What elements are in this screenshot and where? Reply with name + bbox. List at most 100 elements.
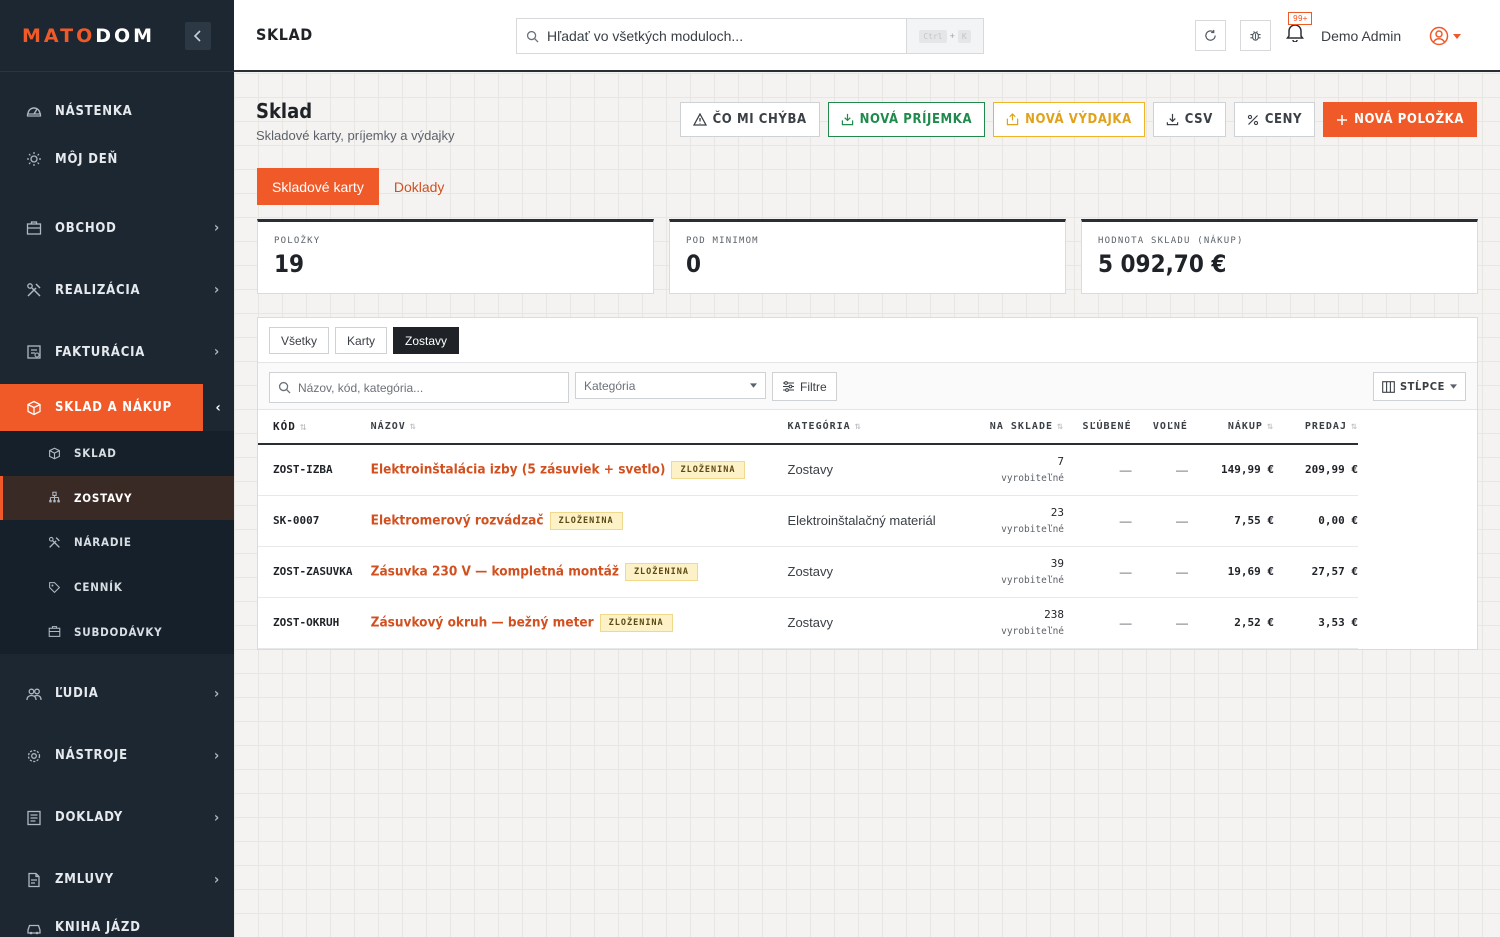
cell-stock: 39 vyrobiteľné (949, 546, 1065, 598)
tools-icon (25, 281, 43, 299)
item-name-link[interactable]: Elektroinštalácia izby (5 zásuviek + sve… (371, 461, 666, 477)
briefcase-icon (25, 219, 43, 237)
sidebar-item-nastroje[interactable]: NÁSTROJE › (0, 725, 234, 787)
nova-polozka-button[interactable]: NOVÁ POLOŽKA (1323, 102, 1477, 137)
page-tabs: Skladové karty Doklady (257, 168, 459, 205)
item-type-filter: Všetky Karty Zostavy (269, 327, 460, 354)
sun-icon (25, 150, 43, 168)
cell-sell-price: 3,53 € (1273, 597, 1358, 649)
refresh-button[interactable] (1195, 20, 1226, 51)
stock-value: 238 (1044, 608, 1065, 621)
sidebar-item-realizacia[interactable]: REALIZÁCIA › (0, 259, 234, 321)
sidebar-item-moj-den[interactable]: MÔJ DEŇ (0, 135, 234, 183)
user-name[interactable]: Demo Admin (1321, 28, 1401, 44)
sidebar-item-doklady[interactable]: DOKLADY › (0, 787, 234, 849)
stock-subtext: vyrobiteľné (1001, 626, 1065, 637)
table-row[interactable]: ZOST-OKRUH Zásuvkový okruh — bežný meter… (258, 597, 1358, 649)
sidebar-subitem-zostavy[interactable]: ZOSTAVY (0, 475, 234, 521)
bug-report-button[interactable] (1240, 20, 1271, 51)
top-bar: SKLAD Ctrl + K 99+ Demo Admin (234, 0, 1500, 72)
table-row[interactable]: ZOST-IZBA Elektroinštalácia izby (5 zásu… (258, 444, 1358, 496)
csv-export-button[interactable]: CSV (1152, 102, 1226, 137)
filter-vsetky[interactable]: Všetky (269, 327, 330, 354)
logo[interactable]: MATODOM (22, 25, 155, 47)
cell-promised: — (1064, 597, 1132, 649)
collapse-sidebar-button[interactable] (185, 22, 211, 50)
cell-buy-price: 149,99 € (1187, 444, 1274, 496)
stats-row: POLOŽKY 19 POD MINIMOM 0 HODNOTA SKLADU … (257, 219, 1478, 294)
chevron-right-icon: › (214, 282, 220, 298)
box-icon (46, 445, 62, 461)
zlozenina-badge: ZLOŽENINA (671, 460, 745, 479)
global-search[interactable]: Ctrl + K (516, 18, 984, 54)
stat-card-pod-minimom: POD MINIMOM 0 (669, 219, 1066, 294)
sort-icon: ⇅ (1350, 421, 1358, 432)
co-mi-chyba-button[interactable]: ČO MI CHÝBA (679, 102, 820, 137)
chevron-right-icon: › (214, 344, 220, 360)
col-header-label: SĽÚBENÉ (1082, 421, 1132, 432)
tab-skladove-karty[interactable]: Skladové karty (257, 168, 379, 205)
nova-vydajka-button[interactable]: NOVÁ VÝDAJKA (993, 102, 1145, 137)
box-icon (25, 399, 43, 417)
nova-prijemka-button[interactable]: NOVÁ PRÍJEMKA (827, 102, 986, 137)
sidebar: MATODOM NÁSTENKA MÔJ DEŇ OBCHOD › REALIZ… (0, 0, 234, 937)
sidebar-subitem-naradie[interactable]: NÁRADIE (0, 520, 234, 565)
table-search-input[interactable] (298, 380, 568, 395)
col-header-na-sklade[interactable]: NA SKLADE ⇅ (949, 410, 1065, 445)
filter-zostavy[interactable]: Zostavy (393, 327, 460, 354)
chevron-left-icon[interactable]: ‹ (200, 384, 234, 431)
sidebar-item-fakturacia[interactable]: FAKTURÁCIA › (0, 321, 234, 383)
search-icon (270, 381, 298, 394)
cell-category: Elektroinštalačný materiál (787, 495, 950, 547)
table-search[interactable] (269, 372, 569, 403)
stock-value: 7 (1057, 455, 1065, 469)
sidebar-subitem-cennik[interactable]: CENNÍK (0, 565, 234, 610)
col-header-predaj[interactable]: PREDAJ ⇅ (1273, 410, 1358, 445)
table-row[interactable]: SK-0007 Elektromerový rozvádzač ZLOŽENINA… (258, 495, 1358, 547)
tab-doklady[interactable]: Doklady (379, 168, 460, 205)
sidebar-item-obchod[interactable]: OBCHOD › (0, 197, 234, 259)
dashboard-icon (25, 102, 43, 120)
sidebar-item-label: MÔJ DEŇ (55, 151, 119, 167)
subitem-label: SUBDODÁVKY (74, 624, 163, 639)
ceny-button[interactable]: CENY (1233, 102, 1316, 137)
sidebar-item-label: NÁSTROJE (55, 748, 128, 764)
cell-code: SK-0007 (258, 495, 371, 547)
sidebar-item-ludia[interactable]: ĽUDIA › (0, 663, 234, 725)
sidebar-item-sklad-nakup[interactable]: SKLAD A NÁKUP ‹ (0, 384, 234, 431)
sidebar-item-zmluvy[interactable]: ZMLUVY › (0, 849, 234, 911)
item-name-link[interactable]: Zásuvka 230 V — kompletná montáž (371, 563, 619, 579)
cell-code: ZOST-OKRUH (258, 597, 371, 649)
table-row[interactable]: ZOST-ZASUVKA Zásuvka 230 V — kompletná m… (258, 546, 1358, 598)
logo-part-2: DOM (95, 24, 156, 47)
cell-name: Zásuvka 230 V — kompletná montáž ZLOŽENIN… (370, 546, 788, 598)
sidebar-item-nastenka[interactable]: NÁSTENKA (0, 87, 234, 135)
bug-icon (1250, 31, 1261, 41)
stat-label: HODNOTA SKLADU (NÁKUP) (1098, 236, 1244, 246)
sidebar-item-label: KNIHA JÁZD (55, 920, 141, 936)
cell-sell-price: 209,99 € (1273, 444, 1358, 496)
global-search-input[interactable] (547, 28, 906, 44)
sidebar-subitem-subdodavky[interactable]: SUBDODÁVKY (0, 609, 234, 654)
columns-button[interactable]: STĹPCE (1372, 372, 1466, 401)
sidebar-item-kniha-jazd[interactable]: KNIHA JÁZD (0, 904, 234, 937)
col-header-kategoria[interactable]: KATEGÓRIA ⇅ (787, 410, 950, 445)
col-header-nakup[interactable]: NÁKUP ⇅ (1187, 410, 1274, 445)
cell-free: — (1131, 495, 1188, 547)
col-header-kod[interactable]: KÓD ⇅ (258, 410, 371, 445)
item-name-link[interactable]: Zásuvkový okruh — bežný meter (371, 614, 594, 630)
user-menu-button[interactable] (1429, 26, 1461, 46)
category-select[interactable]: Kategória (575, 372, 766, 399)
chevron-right-icon: › (214, 747, 220, 764)
sidebar-item-label: SKLAD A NÁKUP (55, 400, 173, 415)
col-header-nazov[interactable]: NÁZOV ⇅ (370, 410, 788, 445)
filters-button[interactable]: Filtre (772, 372, 837, 401)
item-name-link[interactable]: Elektromerový rozvádzač (371, 512, 544, 528)
cell-buy-price: 7,55 € (1187, 495, 1274, 547)
cell-code: ZOST-IZBA (258, 444, 371, 496)
stock-value: 39 (1050, 557, 1065, 570)
sidebar-subitem-sklad[interactable]: SKLAD (0, 431, 234, 476)
page-subtitle: Skladové karty, príjemky a výdajky (256, 128, 455, 143)
notifications-button[interactable] (1286, 22, 1304, 47)
filter-karty[interactable]: Karty (335, 327, 388, 354)
